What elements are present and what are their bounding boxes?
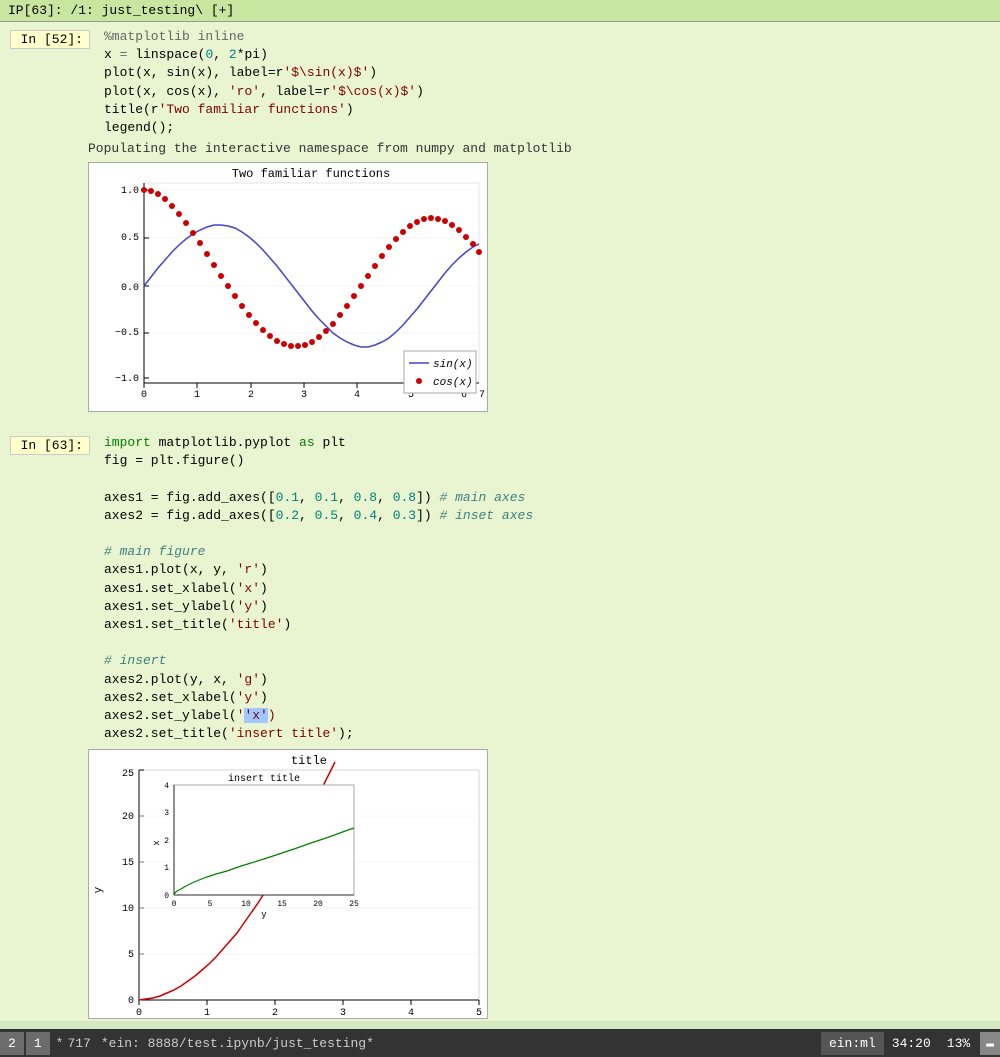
svg-text:10: 10 <box>241 900 251 909</box>
code-line: axes1 = fig.add_axes([0.1, 0.1, 0.8, 0.8… <box>104 489 996 507</box>
code-line: fig = plt.figure() <box>104 452 996 470</box>
svg-text:1.0: 1.0 <box>121 186 139 197</box>
svg-text:15: 15 <box>122 858 134 869</box>
notebook: In [52]: %matplotlib inline x = linspace… <box>0 22 1000 1021</box>
svg-text:3: 3 <box>340 1008 346 1019</box>
code-line: axes2 = fig.add_axes([0.2, 0.5, 0.4, 0.3… <box>104 507 996 525</box>
plot2-ylabel: y <box>93 887 105 894</box>
svg-text:5: 5 <box>208 900 213 909</box>
cell-52-input: In [52]: %matplotlib inline x = linspace… <box>0 26 1000 139</box>
code-line: plot(x, sin(x), label=r'$\sin(x)$') <box>104 64 996 82</box>
svg-text:25: 25 <box>122 769 134 780</box>
titlebar: IP[63]: /1: just_testing\ [+] <box>0 0 1000 22</box>
plot2-container: title 0 5 10 15 <box>88 749 996 1021</box>
cell-52-code: %matplotlib inline x = linspace(0, 2*pi)… <box>100 26 1000 139</box>
svg-text:5: 5 <box>128 950 134 961</box>
statusbar: 2 1 * 717 *ein: 8888/test.ipynb/just_tes… <box>0 1029 1000 1057</box>
svg-text:20: 20 <box>313 900 323 909</box>
svg-text:0: 0 <box>128 996 134 1007</box>
svg-text:5: 5 <box>476 1008 482 1019</box>
status-cell-mode: 2 <box>0 1032 24 1055</box>
code-line: legend(); <box>104 119 996 137</box>
code-line: %matplotlib inline <box>104 28 996 46</box>
code-line: plot(x, cos(x), 'ro', label=r'$\cos(x)$'… <box>104 83 996 101</box>
plot2-svg: title 0 5 10 15 <box>88 749 488 1019</box>
svg-text:1: 1 <box>194 390 200 401</box>
status-position: 34:20 <box>884 1032 939 1055</box>
svg-text:0.5: 0.5 <box>121 233 139 244</box>
svg-text:2: 2 <box>248 390 254 401</box>
svg-text:−0.5: −0.5 <box>115 328 139 339</box>
status-filename: *ein: 8888/test.ipynb/just_testing* <box>93 1032 821 1055</box>
svg-text:0: 0 <box>172 900 177 909</box>
svg-text:20: 20 <box>122 812 134 823</box>
svg-text:−1.0: −1.0 <box>115 374 139 385</box>
status-end-block: ▬ <box>980 1032 1000 1055</box>
svg-text:3: 3 <box>301 390 307 401</box>
code-line: title(r'Two familiar functions') <box>104 101 996 119</box>
cell-63-input: In [63]: import matplotlib.pyplot as plt… <box>0 432 1000 745</box>
code-line: axes1.set_ylabel('y') <box>104 598 996 616</box>
code-line: import matplotlib.pyplot as plt <box>104 434 996 452</box>
status-star: * <box>54 1032 66 1055</box>
status-mode: ein:ml <box>821 1032 884 1055</box>
status-line-count: 717 <box>65 1032 92 1055</box>
status-num: 1 <box>26 1032 50 1055</box>
svg-text:2: 2 <box>272 1008 278 1019</box>
plot1-title: Two familiar functions <box>232 167 390 181</box>
cell-52-prompt: In [52]: <box>10 30 90 49</box>
legend-sin-label: sin(x) <box>433 359 473 371</box>
code-line: # insert <box>104 652 996 670</box>
svg-text:3: 3 <box>164 809 169 818</box>
code-line: axes2.plot(y, x, 'g') <box>104 671 996 689</box>
code-line <box>104 634 996 652</box>
svg-text:7: 7 <box>479 390 485 401</box>
code-line: # main figure <box>104 543 996 561</box>
cell-52: In [52]: %matplotlib inline x = linspace… <box>0 22 1000 428</box>
svg-text:0: 0 <box>136 1008 142 1019</box>
inset-title: insert title <box>228 773 300 785</box>
inset-axes <box>174 785 354 895</box>
inset-xlabel: y <box>261 910 267 920</box>
svg-text:25: 25 <box>349 900 359 909</box>
svg-text:15: 15 <box>277 900 287 909</box>
code-line <box>104 471 996 489</box>
svg-text:2: 2 <box>164 837 169 846</box>
plot1-svg: Two familiar functions 1.0 0.5 0.0 <box>88 162 488 412</box>
code-line: axes1.set_xlabel('x') <box>104 580 996 598</box>
plot2-title: title <box>291 754 327 768</box>
svg-text:4: 4 <box>354 390 360 401</box>
svg-text:1: 1 <box>204 1008 210 1019</box>
cell-63-prompt: In [63]: <box>10 436 90 455</box>
code-line: x = linspace(0, 2*pi) <box>104 46 996 64</box>
svg-text:1: 1 <box>164 864 169 873</box>
code-line: axes2.set_xlabel('y') <box>104 689 996 707</box>
svg-text:4: 4 <box>164 782 169 791</box>
status-percent: 13% <box>939 1032 978 1055</box>
svg-text:0: 0 <box>141 390 147 401</box>
cell-63: In [63]: import matplotlib.pyplot as plt… <box>0 428 1000 1021</box>
code-line: axes2.set_ylabel(''x') <box>104 707 996 725</box>
svg-text:4: 4 <box>408 1008 414 1019</box>
svg-text:10: 10 <box>122 904 134 915</box>
code-line: axes1.plot(x, y, 'r') <box>104 561 996 579</box>
inset-ylabel: x <box>152 841 162 846</box>
svg-text:0.0: 0.0 <box>121 283 139 294</box>
cell-52-output: Populating the interactive namespace fro… <box>0 139 1000 158</box>
cell-63-code: import matplotlib.pyplot as plt fig = pl… <box>100 432 1000 745</box>
code-line: axes2.set_title('insert title'); <box>104 725 996 743</box>
svg-text:0: 0 <box>164 892 169 901</box>
code-line <box>104 525 996 543</box>
legend-cos-label: cos(x) <box>433 377 473 389</box>
plot1-container: Two familiar functions 1.0 0.5 0.0 <box>88 162 996 416</box>
titlebar-text: IP[63]: /1: just_testing\ [+] <box>8 3 234 18</box>
code-line: axes1.set_title('title') <box>104 616 996 634</box>
